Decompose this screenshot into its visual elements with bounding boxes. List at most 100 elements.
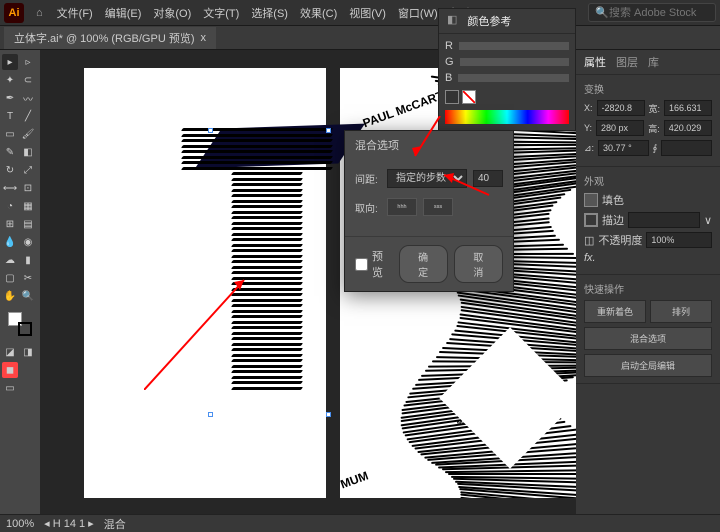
orient-page-btn[interactable]: ʰʰʰ (387, 198, 417, 216)
draw-mode-btn[interactable]: ◼ (2, 362, 18, 378)
ok-button[interactable]: 确定 (399, 245, 448, 283)
menu-type[interactable]: 文字(T) (197, 5, 245, 21)
r-slider[interactable] (459, 42, 569, 50)
panel-fill-swatch[interactable] (445, 90, 459, 104)
spectrum-bar[interactable] (445, 110, 569, 124)
color-panel: ◧颜色参考 R G B (438, 8, 576, 131)
search-stock[interactable]: 🔍 (588, 3, 716, 22)
fill-stroke-swatch[interactable] (2, 312, 38, 336)
slice-tool[interactable]: ✂ (20, 270, 36, 286)
menu-edit[interactable]: 编辑(E) (99, 5, 148, 21)
zoom-tool[interactable]: 🔍 (20, 288, 36, 304)
selection-handle[interactable] (326, 412, 331, 417)
arrange-btn[interactable]: 排列 (650, 300, 712, 323)
menu-view[interactable]: 视图(V) (343, 5, 392, 21)
curvature-tool[interactable]: 〰 (20, 90, 36, 106)
b-slider[interactable] (458, 74, 569, 82)
libs-tab[interactable]: 库 (648, 54, 659, 70)
direct-select-tool[interactable]: ▹ (20, 54, 36, 70)
search-input[interactable] (609, 7, 709, 19)
fill-sw[interactable] (584, 193, 598, 207)
preview-cb[interactable] (355, 258, 368, 271)
color-tab-icon[interactable]: ◧ (447, 13, 457, 29)
menu-object[interactable]: 对象(O) (147, 5, 197, 21)
global-edit-btn[interactable]: 启动全局编辑 (584, 354, 712, 377)
menu-window[interactable]: 窗口(W) (392, 5, 444, 21)
symbol-tool[interactable]: ☁ (2, 252, 18, 268)
perspective-tool[interactable]: ▦ (20, 198, 36, 214)
pen-tool[interactable]: ✒ (2, 90, 18, 106)
stroke-field[interactable] (628, 212, 700, 228)
r-label: R (445, 40, 453, 52)
gradient-mode-btn[interactable]: ◨ (20, 344, 36, 360)
wand-tool[interactable]: ✦ (2, 72, 18, 88)
w2-field[interactable] (664, 120, 712, 136)
width-tool[interactable]: ⟷ (2, 180, 18, 196)
recolor-btn[interactable]: 重新着色 (584, 300, 646, 323)
orient-path-btn[interactable]: ˢˢˢ (423, 198, 453, 216)
selection-tool[interactable]: ▸ (2, 54, 18, 70)
line-tool[interactable]: ╱ (20, 108, 36, 124)
w-field[interactable] (664, 100, 712, 116)
shape-builder-tool[interactable]: ◔ (2, 198, 18, 214)
document-tab[interactable]: 立体字.ai* @ 100% (RGB/GPU 预览) x (4, 27, 216, 49)
menu-effect[interactable]: 效果(C) (294, 5, 343, 21)
brush-tool[interactable]: 🖌 (20, 126, 36, 142)
scale-tool[interactable]: ⤢ (20, 162, 36, 178)
home-icon[interactable]: ⌂ (36, 7, 43, 19)
screen-mode-btn[interactable]: ▭ (2, 380, 18, 396)
hand-tool[interactable]: ✋ (2, 288, 18, 304)
close-tab-icon[interactable]: x (200, 32, 206, 44)
menubar: Ai ⌂ 文件(F) 编辑(E) 对象(O) 文字(T) 选择(S) 效果(C)… (0, 0, 720, 26)
x-field[interactable] (597, 100, 645, 116)
menu-file[interactable]: 文件(F) (51, 5, 99, 21)
g-slider[interactable] (460, 58, 569, 66)
lasso-tool[interactable]: ⊂ (20, 72, 36, 88)
blend-tool[interactable]: ◉ (20, 234, 36, 250)
cancel-button[interactable]: 取消 (454, 245, 503, 283)
shear-field[interactable] (661, 140, 712, 156)
spacing-label: 间距: (355, 171, 381, 186)
selection-info: 混合 (104, 516, 126, 532)
rotate-tool[interactable]: ↻ (2, 162, 18, 178)
preview-checkbox[interactable]: 预览 (355, 245, 393, 283)
right-panels: 属性 图层 库 变换 X:宽: Y:高: ⊿:∮ 外观 填色 描边∨ ◫不透明度… (576, 50, 720, 514)
selection-handle[interactable] (208, 412, 213, 417)
stroke-swatch[interactable] (18, 322, 32, 336)
eyedropper-tool[interactable]: 💧 (2, 234, 18, 250)
selection-handle[interactable] (208, 128, 213, 133)
rect-tool[interactable]: ▭ (2, 126, 18, 142)
artboard-tool[interactable]: ▢ (2, 270, 18, 286)
menu-select[interactable]: 选择(S) (245, 5, 294, 21)
h-field[interactable] (596, 120, 644, 136)
fx-label[interactable]: fx. (584, 252, 596, 264)
orient-label: 取向: (355, 200, 381, 215)
search-icon: 🔍 (595, 6, 609, 19)
stroke-unit[interactable]: ∨ (704, 214, 712, 227)
type-tool[interactable]: T (2, 108, 18, 124)
gradient-tool[interactable]: ▤ (20, 216, 36, 232)
color-guide-tab[interactable]: 颜色参考 (467, 13, 511, 29)
stroke-sw[interactable] (584, 213, 598, 227)
quick-title: 快速操作 (584, 281, 712, 296)
spacing-select[interactable]: 指定的步数 (387, 169, 467, 188)
graph-tool[interactable]: ▮ (20, 252, 36, 268)
layers-tab[interactable]: 图层 (616, 54, 638, 70)
app-icon: Ai (4, 3, 24, 23)
blend-options-dialog: 混合选项 间距: 指定的步数 取向: ʰʰʰ ˢˢˢ 预览 确定 取消 (344, 130, 514, 292)
opacity-field[interactable] (646, 232, 712, 248)
shaper-tool[interactable]: ✎ (2, 144, 18, 160)
zoom-level[interactable]: 100% (6, 518, 34, 530)
stroke-label: 描边 (602, 212, 624, 228)
free-transform-tool[interactable]: ⊡ (20, 180, 36, 196)
spacing-input[interactable] (473, 170, 503, 187)
color-mode-btn[interactable]: ◪ (2, 344, 18, 360)
prop-tab[interactable]: 属性 (584, 54, 606, 70)
selection-handle[interactable] (326, 128, 331, 133)
panel-none-swatch[interactable] (462, 90, 476, 104)
angle-field[interactable] (598, 140, 649, 156)
blend-opts-btn[interactable]: 混合选项 (584, 327, 712, 350)
mesh-tool[interactable]: ⊞ (2, 216, 18, 232)
artboard-nav[interactable]: ◂ H 14 1 ▸ (44, 517, 94, 530)
eraser-tool[interactable]: ◧ (20, 144, 36, 160)
